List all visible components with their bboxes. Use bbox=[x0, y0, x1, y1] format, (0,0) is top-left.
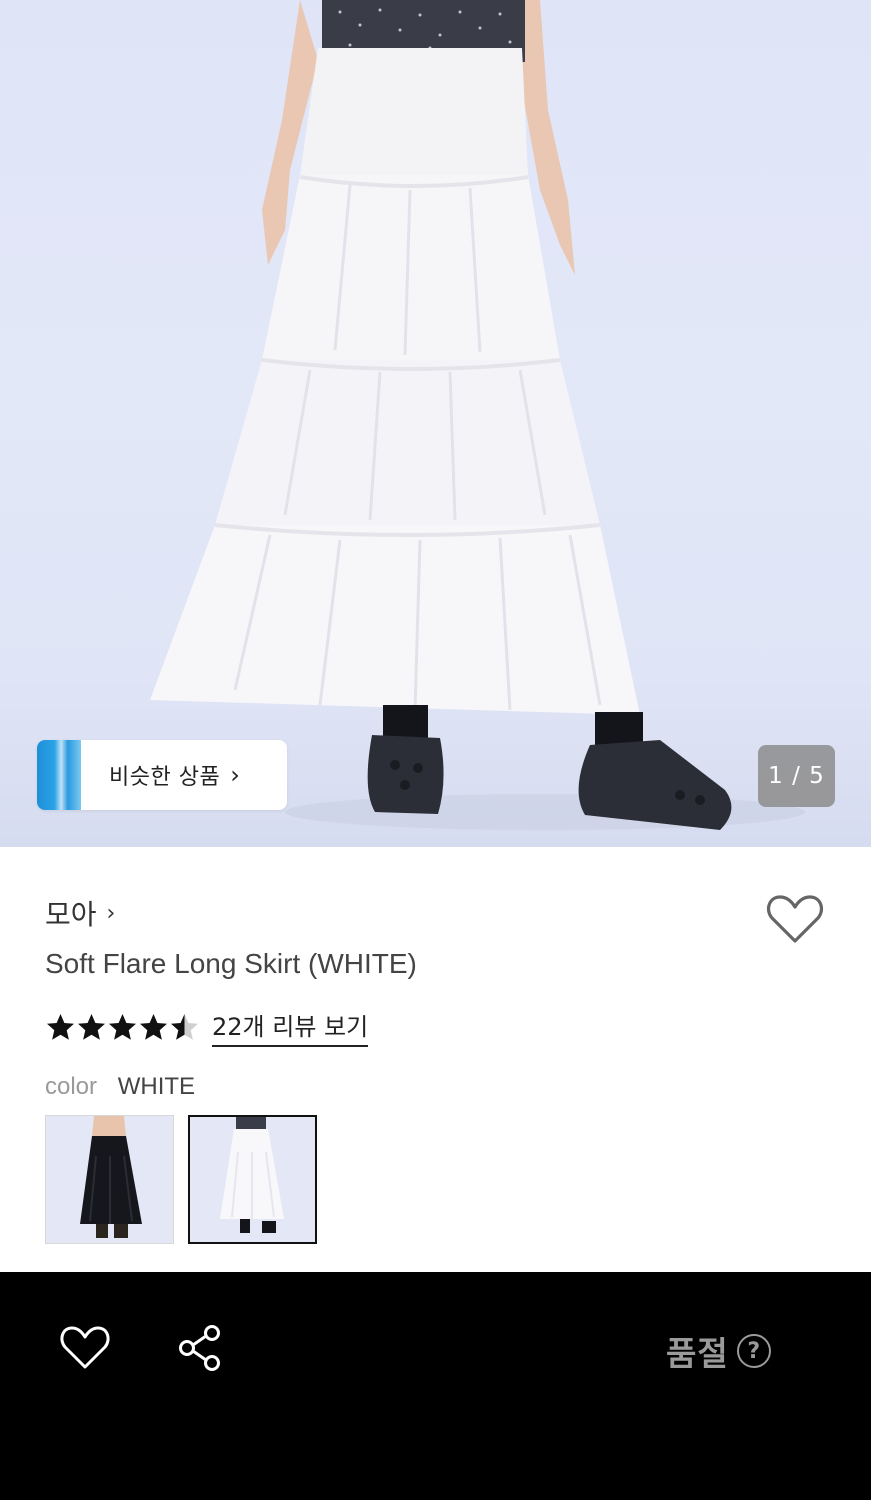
product-photo bbox=[150, 0, 805, 830]
rating-row: 22개 리뷰 보기 bbox=[45, 1007, 369, 1047]
similar-products-button[interactable]: 비슷한 상품 › bbox=[37, 740, 287, 810]
product-image-gallery[interactable]: 비슷한 상품 › 1 / 5 bbox=[0, 0, 871, 847]
soldout-status: 품절 ? bbox=[666, 1328, 771, 1374]
brand-link[interactable]: 모아 › bbox=[45, 893, 115, 933]
color-label: color bbox=[45, 1073, 98, 1100]
color-selector-label: color WHITE bbox=[45, 1073, 195, 1101]
brand-name: 모아 bbox=[45, 898, 97, 931]
swatch-image-white bbox=[190, 1117, 315, 1242]
chevron-right-icon: › bbox=[106, 900, 116, 926]
share-icon[interactable] bbox=[176, 1324, 224, 1372]
image-counter: 1 / 5 bbox=[758, 745, 835, 807]
color-value: WHITE bbox=[117, 1073, 196, 1100]
product-detail-page: 비슷한 상품 › 1 / 5 모아 › Soft Flare Long Skir… bbox=[0, 0, 871, 1500]
color-swatch-black[interactable] bbox=[45, 1115, 174, 1244]
help-icon[interactable]: ? bbox=[736, 1334, 771, 1368]
heart-outline-icon[interactable] bbox=[60, 1325, 110, 1371]
similar-product-thumbnail bbox=[37, 740, 81, 810]
star-full-icon bbox=[47, 1013, 74, 1040]
similar-products-label: 비슷한 상품 bbox=[109, 765, 221, 790]
star-full-icon bbox=[109, 1013, 136, 1040]
review-link[interactable]: 22개 리뷰 보기 bbox=[212, 1007, 369, 1047]
product-title: Soft Flare Long Skirt (WHITE) bbox=[45, 948, 417, 979]
star-full-icon bbox=[78, 1013, 105, 1040]
swatch-image-black bbox=[46, 1116, 173, 1243]
color-swatches bbox=[45, 1115, 317, 1244]
star-half-icon bbox=[171, 1013, 198, 1040]
rating-stars bbox=[45, 1012, 200, 1043]
heart-outline-icon[interactable] bbox=[766, 893, 824, 945]
color-swatch-white[interactable] bbox=[188, 1115, 317, 1244]
bottom-action-bar bbox=[0, 1272, 871, 1500]
soldout-label: 품절 bbox=[666, 1334, 729, 1373]
chevron-right-icon: › bbox=[230, 761, 240, 789]
star-full-icon bbox=[140, 1013, 167, 1040]
